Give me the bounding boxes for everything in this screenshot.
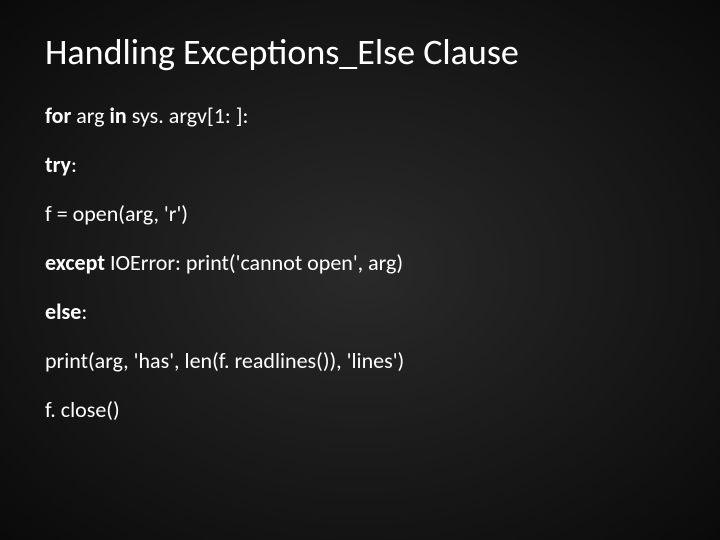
code-line-3: f = open(arg, 'r') [45,200,675,227]
code-text: : [71,151,77,178]
code-line-7: f. close() [45,396,675,423]
code-text: f = open(arg, 'r') [45,200,188,227]
code-line-5: else: [45,298,675,325]
code-text: print(arg, 'has', len(f. readlines()), '… [45,347,404,374]
keyword-for: for [45,102,71,129]
keyword-else: else [45,298,81,325]
code-text: f. close() [45,396,120,423]
keyword-try: try [45,151,71,178]
slide-title: Handling Exceptions_Else Clause [45,30,675,74]
code-text: sys. argv[1: ]: [127,102,249,129]
keyword-in: in [110,102,127,129]
code-line-2: try: [45,151,675,178]
code-text: IOError: print('cannot open', arg) [105,249,403,276]
code-text: arg [71,102,109,129]
code-line-6: print(arg, 'has', len(f. readlines()), '… [45,347,675,374]
slide-container: Handling Exceptions_Else Clause for arg … [0,0,720,540]
code-line-4: except IOError: print('cannot open', arg… [45,249,675,276]
code-line-1: for arg in sys. argv[1: ]: [45,102,675,129]
keyword-except: except [45,249,105,276]
code-text: : [81,298,87,325]
